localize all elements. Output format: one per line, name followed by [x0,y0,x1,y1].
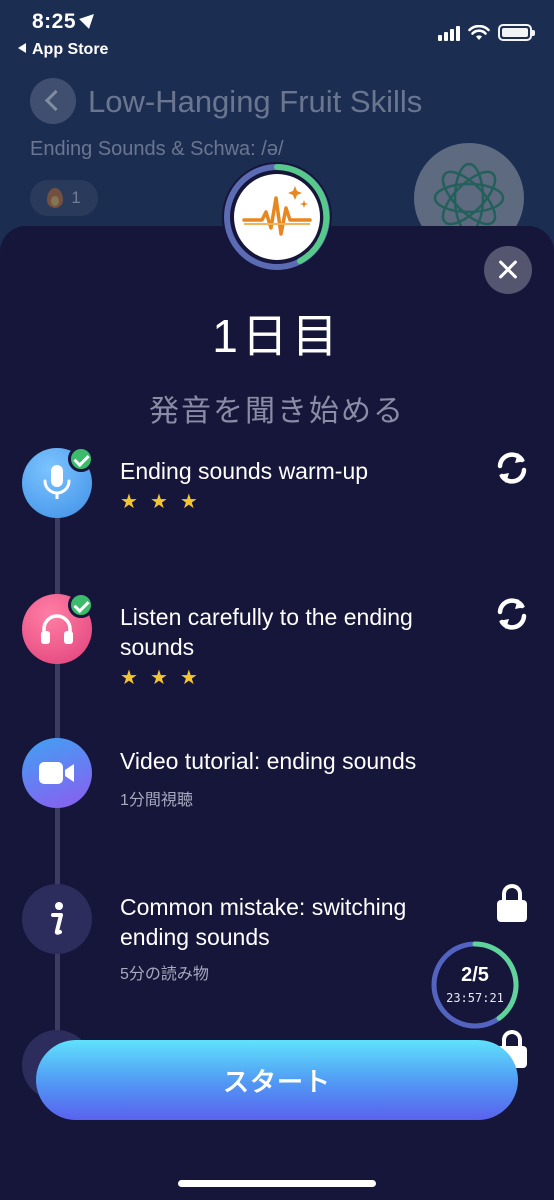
status-time-text: 8:25 [32,10,77,33]
video-camera-icon [39,762,74,784]
star-rating: ★ ★ ★ [120,492,198,512]
back-triangle-icon [18,43,26,53]
completed-check-icon [68,592,94,618]
step-title: Ending sounds warm-up [120,458,369,484]
page-back-button[interactable] [30,78,76,124]
location-arrow-icon [79,9,99,29]
step-title: Video tutorial: ending sounds [120,748,417,774]
star-icon: ★ [120,491,138,513]
status-time: 8:25 [32,9,99,34]
star-icon: ★ [179,491,198,513]
course-subtitle: Ending Sounds & Schwa: /ə/ [30,138,284,160]
battery-icon [498,24,535,41]
step-icon-microphone [22,446,94,518]
streak-count: 1 [71,188,81,207]
headphones-icon [41,614,73,644]
info-icon [51,902,63,935]
lock-icon [497,884,527,922]
star-icon: ★ [120,667,138,689]
day-subtitle: 発音を聞き始める [149,395,405,428]
step-icon-video [22,738,92,808]
soundwave-icon [224,164,330,270]
screen: 8:25 App Store Low-Hanging Fruit Skills … [0,0,554,1200]
lesson-badge [222,162,332,272]
replay-icon[interactable] [492,448,532,488]
status-indicators [438,24,535,41]
star-icon: ★ [149,667,168,689]
day-title: 1日目 [212,310,342,362]
back-app-label: App Store [32,41,109,58]
step-icon-info [22,884,92,954]
step-title: Common mistake: switching ending sounds [120,894,407,950]
progress-count: 2/5 [461,964,489,986]
replay-icon[interactable] [492,594,532,634]
completed-check-icon [68,446,94,472]
start-button[interactable]: スタート [36,1040,518,1120]
step-icon-headphones [22,592,94,664]
step-title: Listen carefully to the ending sounds [120,604,413,660]
star-icon: ★ [179,667,198,689]
flame-icon [47,188,64,208]
step-duration: 5分の読み物 [120,966,209,983]
cellular-signal-icon [438,25,460,41]
daily-progress-ring: 2/5 23:57:21 [430,940,520,1030]
close-button[interactable] [484,246,532,294]
streak-badge: 1 [30,180,98,216]
home-indicator[interactable] [178,1180,376,1187]
microphone-icon [43,465,71,499]
progress-timer: 23:57:21 [446,991,504,1005]
star-rating: ★ ★ ★ [120,668,198,688]
course-title: Low-Hanging Fruit Skills [88,84,423,119]
star-icon: ★ [149,491,168,513]
back-to-app-store[interactable]: App Store [18,41,108,59]
step-duration: 1分間視聴 [120,792,193,809]
wifi-icon [468,24,490,40]
